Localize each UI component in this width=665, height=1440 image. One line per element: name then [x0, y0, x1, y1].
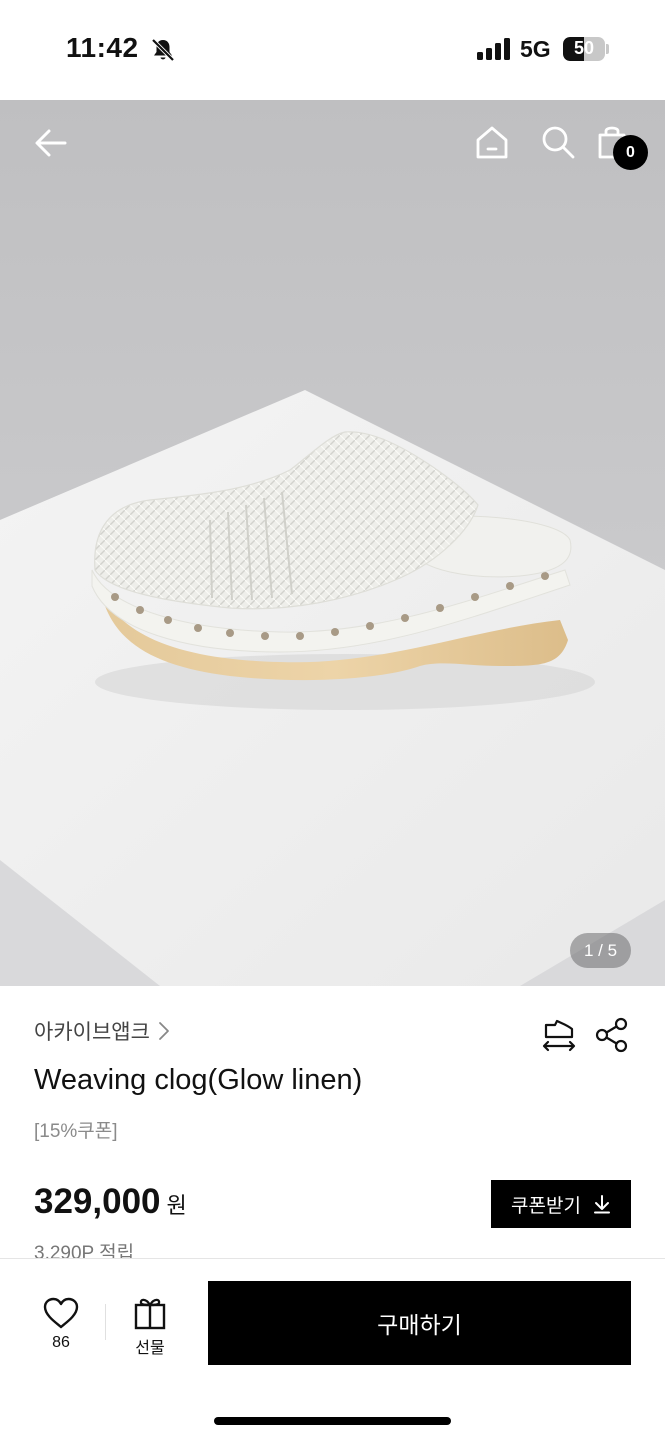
share-icon[interactable] — [594, 1017, 630, 1053]
image-counter: 1 / 5 — [570, 933, 631, 968]
home-icon[interactable] — [474, 124, 510, 160]
gift-icon[interactable] — [132, 1296, 168, 1330]
size-guide-icon[interactable] — [541, 1017, 577, 1053]
gift-label[interactable]: 선물 — [126, 1334, 174, 1358]
battery-icon: 50 — [563, 37, 605, 61]
get-coupon-button[interactable]: 쿠폰받기 — [491, 1180, 631, 1228]
cart-count-badge[interactable]: 0 — [613, 135, 648, 170]
chevron-right-icon — [159, 1022, 169, 1040]
bell-slash-icon — [151, 38, 175, 62]
like-count[interactable]: 86 — [40, 1334, 82, 1352]
signal-icon — [477, 38, 510, 60]
product-title: Weaving clog(Glow linen) — [34, 1064, 363, 1096]
back-arrow-icon[interactable] — [32, 124, 70, 162]
battery-level: 50 — [573, 38, 595, 58]
coupon-button-label: 쿠폰받기 — [511, 1195, 581, 1217]
network-type: 5G — [520, 36, 551, 62]
product-image — [0, 100, 665, 986]
divider — [105, 1304, 106, 1340]
status-time: 11:42 — [66, 32, 139, 63]
coupon-tag: [15%쿠폰] — [34, 1121, 118, 1142]
price-unit: 원 — [166, 1193, 187, 1218]
price: 329,000 원 — [34, 1182, 187, 1222]
price-value: 329,000 — [34, 1182, 161, 1221]
brand-link[interactable]: 아카이브앱크 — [34, 1016, 170, 1046]
buy-button[interactable]: 구매하기 — [208, 1281, 631, 1365]
home-indicator[interactable] — [214, 1417, 451, 1425]
search-icon[interactable] — [540, 124, 576, 160]
product-image-carousel[interactable] — [0, 100, 665, 986]
status-bar: 11:42 5G 50 — [0, 0, 665, 100]
battery-cap — [606, 44, 609, 54]
heart-icon[interactable] — [40, 1296, 82, 1330]
buy-button-label: 구매하기 — [377, 1312, 462, 1338]
points-info: 3,290P 적립 — [34, 1243, 135, 1258]
download-icon — [593, 1195, 610, 1214]
brand-name: 아카이브앱크 — [34, 1021, 150, 1044]
